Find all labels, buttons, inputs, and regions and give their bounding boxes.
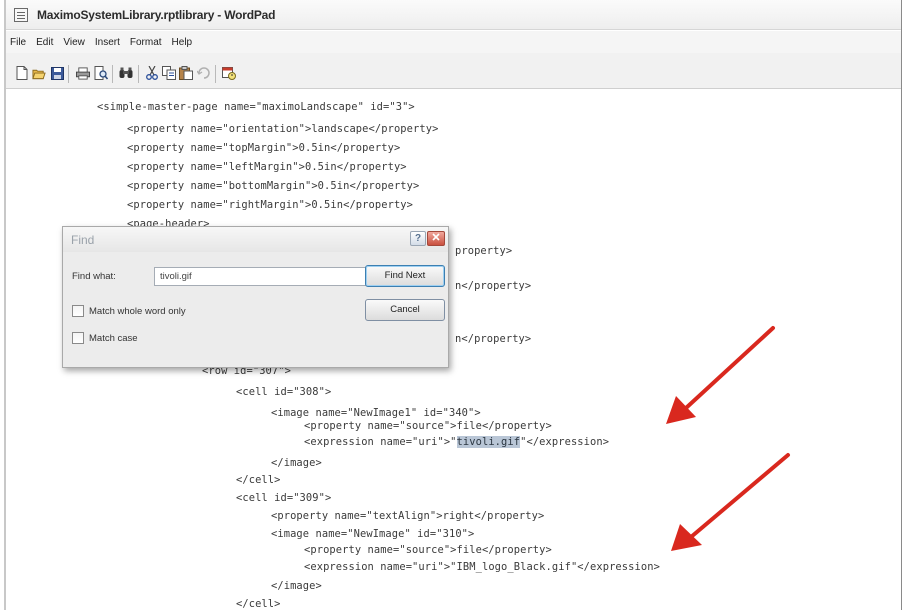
code-line: <image name="NewImage1" id="340"> xyxy=(271,407,481,419)
find-dialog: Find ? Find what: tivoli.gif Find Next C… xyxy=(62,226,449,368)
copy-icon[interactable] xyxy=(162,66,176,80)
save-icon[interactable] xyxy=(50,66,64,80)
print-preview-icon[interactable] xyxy=(94,66,108,80)
find-dialog-title: Find xyxy=(71,233,95,247)
code-line: </image> xyxy=(271,457,322,469)
code-line: n</property> xyxy=(455,333,532,345)
code-line: <property name="leftMargin">0.5in</prope… xyxy=(127,161,407,173)
match-whole-word-label[interactable]: Match whole word only xyxy=(89,306,186,317)
new-icon[interactable] xyxy=(15,66,29,80)
code-line: <cell id="308"> xyxy=(236,386,332,398)
find-dialog-title-bar[interactable]: Find ? xyxy=(63,227,448,252)
cut-icon[interactable] xyxy=(145,66,159,80)
close-button[interactable] xyxy=(427,231,445,246)
match-whole-word-checkbox[interactable] xyxy=(72,305,84,317)
menu-view[interactable]: View xyxy=(58,37,90,48)
title-bar[interactable]: MaximoSystemLibrary.rptlibrary - WordPad xyxy=(6,0,901,30)
code-line: <property name="topMargin">0.5in</proper… xyxy=(127,142,401,154)
find-icon[interactable] xyxy=(119,66,133,80)
code-line: <cell id="309"> xyxy=(236,492,332,504)
code-line: <expression name="uri">"IBM_logo_Black.g… xyxy=(304,561,660,573)
arrow-shaft xyxy=(684,326,775,410)
cancel-button[interactable]: Cancel xyxy=(365,299,445,321)
code-line: </cell> xyxy=(236,598,281,610)
menu-file[interactable]: File xyxy=(6,37,31,48)
menu-help[interactable]: Help xyxy=(167,37,198,48)
menu-format[interactable]: Format xyxy=(125,37,167,48)
toolbar-separator xyxy=(112,65,113,83)
menu-edit[interactable]: Edit xyxy=(31,37,58,48)
code-line: n</property> xyxy=(455,280,532,292)
toolbar-separator xyxy=(138,65,139,83)
code-line: <expression name="uri">"tivoli.gif"</exp… xyxy=(304,436,609,448)
close-icon xyxy=(432,233,440,241)
code-line: <simple-master-page name="maximoLandscap… xyxy=(97,101,415,113)
code-segment: <expression name="uri">" xyxy=(304,436,457,448)
print-icon[interactable] xyxy=(76,66,90,80)
find-what-label: Find what: xyxy=(72,271,116,282)
menu-insert[interactable]: Insert xyxy=(90,37,125,48)
wordpad-window: MaximoSystemLibrary.rptlibrary - WordPad… xyxy=(4,0,902,610)
undo-icon[interactable] xyxy=(196,66,210,80)
search-match-highlight: tivoli.gif xyxy=(456,436,521,448)
find-next-button[interactable]: Find Next xyxy=(365,265,445,287)
code-line: <property name="orientation">landscape</… xyxy=(127,123,439,135)
wordpad-app-icon[interactable] xyxy=(14,7,28,22)
open-icon[interactable] xyxy=(32,66,46,80)
code-line: </image> xyxy=(271,580,322,592)
code-line: <property name="bottomMargin">0.5in</pro… xyxy=(127,180,420,192)
code-line: </cell> xyxy=(236,474,281,486)
arrow-shaft xyxy=(689,453,790,539)
code-line: <property name="textAlign">right</proper… xyxy=(271,510,545,522)
paste-icon[interactable] xyxy=(179,66,193,80)
arrow-head xyxy=(671,524,702,551)
red-arrow-annotation xyxy=(666,326,775,424)
code-line: <property name="source">file</property> xyxy=(304,544,552,556)
code-segment: "</expression> xyxy=(520,436,610,448)
arrow-head xyxy=(666,396,696,424)
toolbar-separator xyxy=(68,65,69,83)
code-line: <image name="NewImage" id="310"> xyxy=(271,528,475,540)
window-title: MaximoSystemLibrary.rptlibrary - WordPad xyxy=(37,7,276,22)
date-time-icon[interactable] xyxy=(222,66,236,80)
menu-bar: File Edit View Insert Format Help xyxy=(6,31,901,53)
match-case-checkbox[interactable] xyxy=(72,332,84,344)
help-button[interactable]: ? xyxy=(410,231,426,246)
match-case-label[interactable]: Match case xyxy=(89,333,138,344)
red-arrow-annotation xyxy=(671,453,790,551)
toolbar-separator xyxy=(215,65,216,83)
code-line: property> xyxy=(455,245,513,257)
toolbar xyxy=(6,53,901,89)
code-line: <property name="rightMargin">0.5in</prop… xyxy=(127,199,414,211)
code-line: <property name="source">file</property> xyxy=(304,420,552,432)
